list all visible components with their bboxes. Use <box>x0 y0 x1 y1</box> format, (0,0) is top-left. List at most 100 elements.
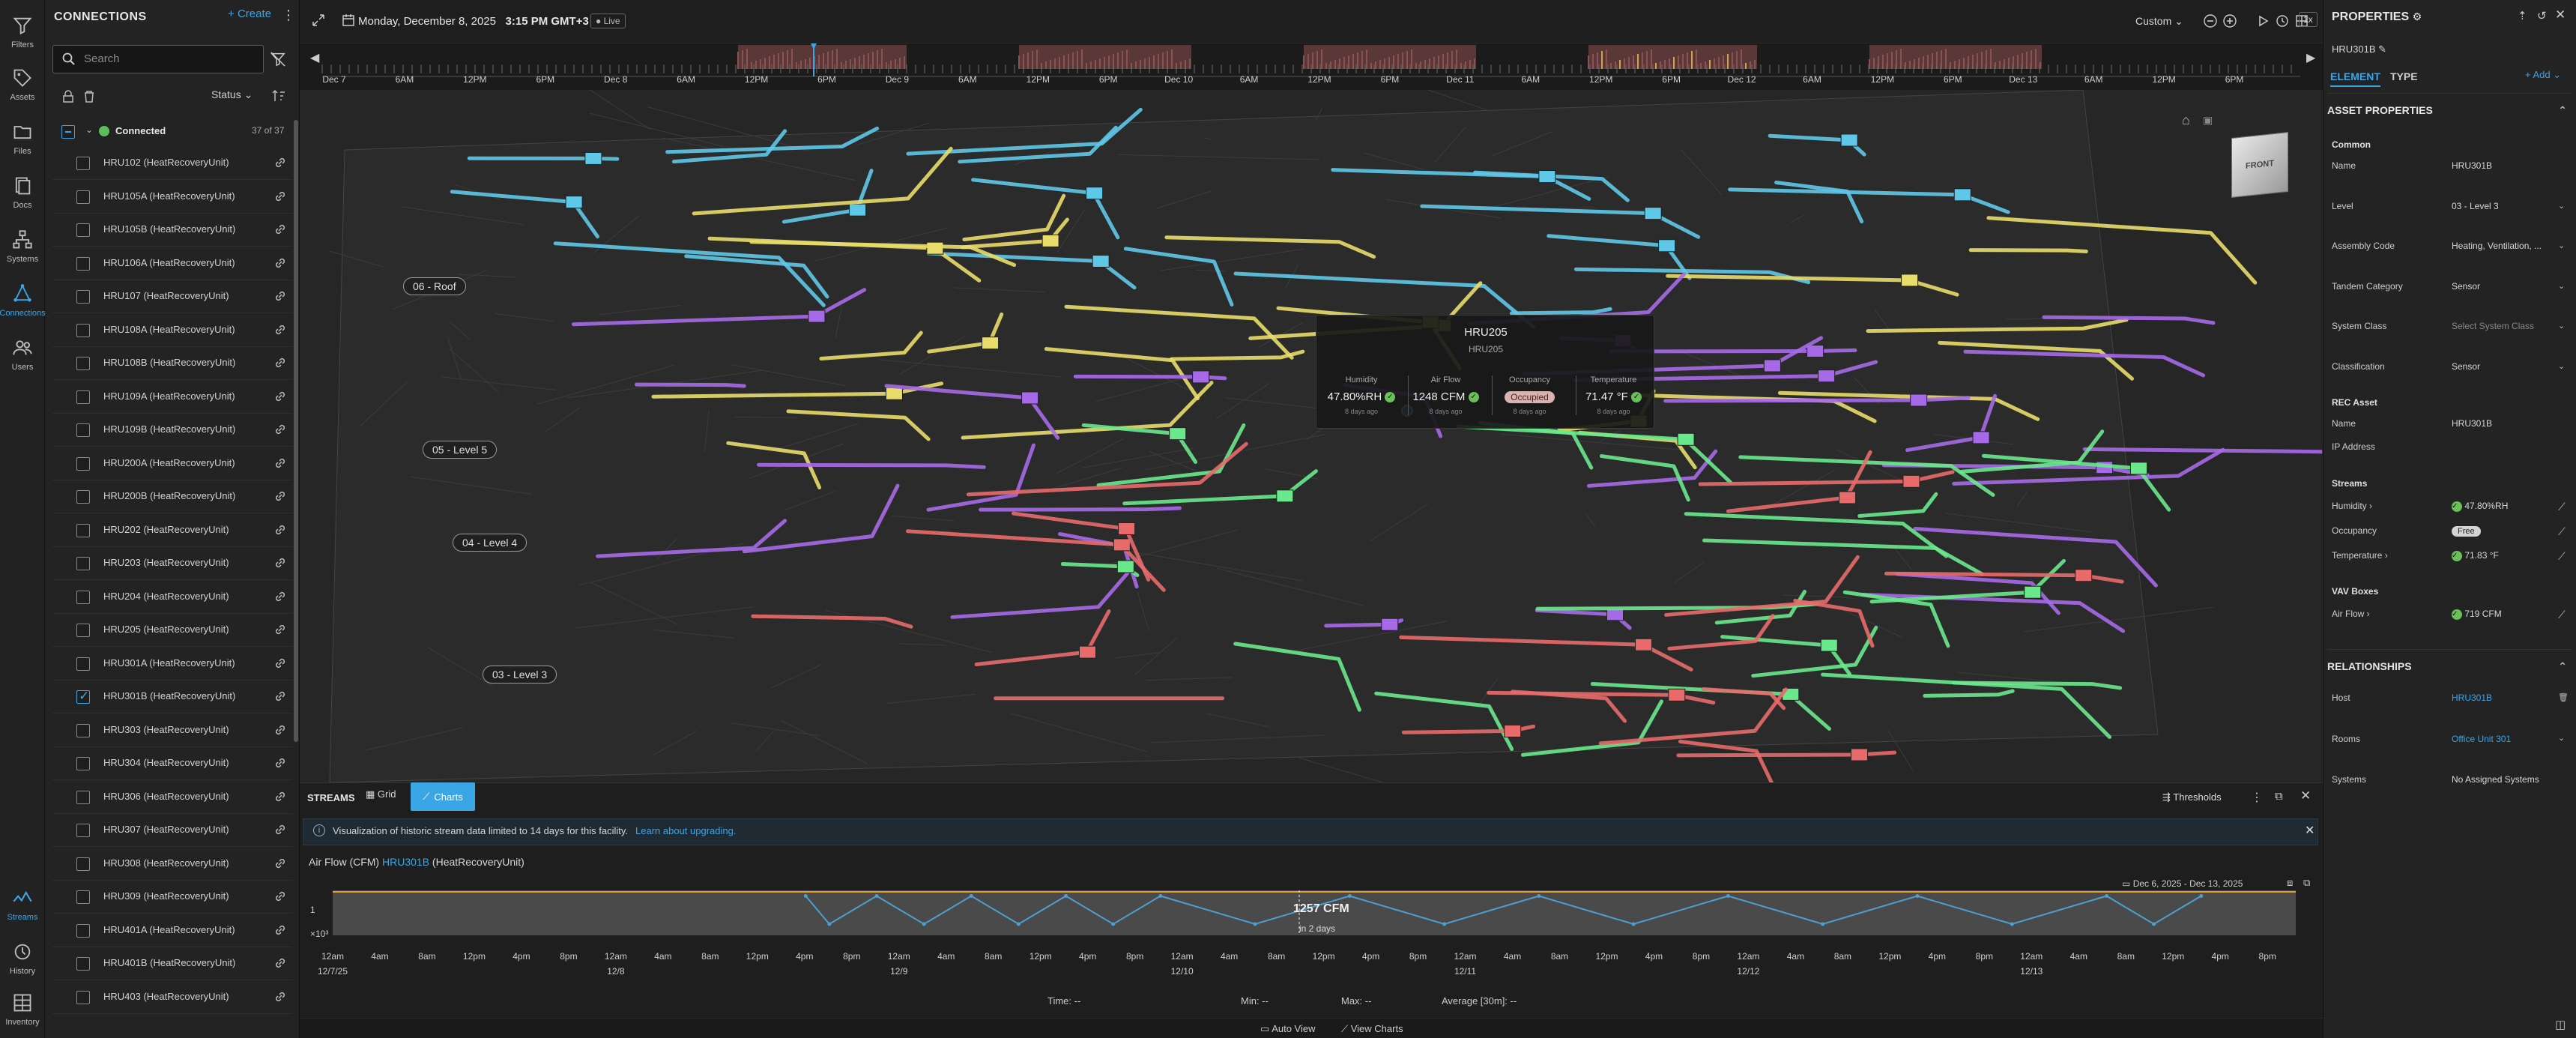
history-icon[interactable]: ↺ <box>2537 9 2547 22</box>
building-systems-model[interactable] <box>300 90 2323 782</box>
connection-row[interactable]: HRU308 (HeatRecoveryUnit) <box>52 848 292 881</box>
chevron-down-icon[interactable]: ⌄ <box>2558 241 2565 250</box>
equipment-unit[interactable] <box>1901 274 1919 287</box>
chevron-down-icon[interactable]: ⌄ <box>85 124 93 135</box>
panel-toggle-icon[interactable]: ◫ <box>2555 1018 2566 1031</box>
equipment-unit[interactable] <box>1763 359 1781 372</box>
airflow-point[interactable] <box>922 922 926 926</box>
row-checkbox[interactable] <box>76 523 90 537</box>
relationship-value[interactable]: No Assigned Systems <box>2452 774 2539 785</box>
equipment-unit[interactable] <box>584 151 602 165</box>
lock-view-icon[interactable]: ▣ <box>2203 114 2213 127</box>
equipment-unit[interactable] <box>1504 724 1522 737</box>
rail-docs[interactable]: Docs <box>0 166 45 219</box>
row-checkbox[interactable] <box>76 857 90 871</box>
row-checkbox[interactable] <box>76 790 90 804</box>
rail-filters[interactable]: Filters <box>0 6 45 58</box>
kebab-menu-icon[interactable]: ⋮ <box>2251 790 2263 805</box>
common-property-value[interactable]: Heating, Ventilation, ... <box>2452 241 2542 251</box>
connection-row[interactable]: HRU109A (HeatRecoveryUnit) <box>52 381 292 414</box>
equipment-unit[interactable] <box>1953 188 1971 202</box>
gear-icon[interactable]: ⚙ <box>2413 10 2422 22</box>
airflow-point[interactable] <box>827 922 832 926</box>
connection-row[interactable]: HRU202 (HeatRecoveryUnit) <box>52 514 292 547</box>
equipment-unit[interactable] <box>1086 187 1104 200</box>
link-icon[interactable] <box>273 990 287 1004</box>
relationship-value[interactable]: Office Unit 301 <box>2452 734 2511 744</box>
edit-icon[interactable]: ✎ <box>2378 43 2386 55</box>
equipment-unit[interactable] <box>1041 234 1059 247</box>
airflow-point[interactable] <box>1347 894 1352 898</box>
link-icon[interactable] <box>273 489 287 503</box>
link-icon[interactable] <box>273 323 287 337</box>
equipment-unit[interactable] <box>1972 431 1990 444</box>
airflow-point[interactable] <box>1821 922 1825 926</box>
row-checkbox[interactable] <box>76 290 90 304</box>
link-icon[interactable] <box>273 456 287 470</box>
group-checkbox[interactable] <box>61 125 75 139</box>
auto-view-button[interactable]: ▭ Auto View <box>1260 1023 1316 1035</box>
connection-row[interactable]: HRU200B (HeatRecoveryUnit) <box>52 480 292 513</box>
history-replay-icon[interactable] <box>2275 13 2290 28</box>
connected-group-row[interactable]: ⌄ Connected 37 of 37 <box>52 120 292 144</box>
rail-streams[interactable]: Streams <box>0 878 45 931</box>
connection-row[interactable]: HRU108A (HeatRecoveryUnit) <box>52 314 292 347</box>
trend-chart-icon[interactable]: ⟋ <box>2558 609 2566 621</box>
sort-icon[interactable] <box>271 88 286 103</box>
row-checkbox[interactable] <box>76 990 90 1004</box>
equipment-unit[interactable] <box>849 203 867 217</box>
link-icon[interactable] <box>61 90 75 103</box>
equipment-unit[interactable] <box>1910 393 1928 407</box>
row-checkbox[interactable] <box>76 223 90 237</box>
level-label-5[interactable]: 05 - Level 5 <box>423 441 498 459</box>
link-icon[interactable] <box>273 423 287 436</box>
link-icon[interactable] <box>273 256 287 270</box>
rail-assets[interactable]: Assets <box>0 58 45 111</box>
link-icon[interactable] <box>273 790 287 803</box>
relationships-section[interactable]: RELATIONSHIPS ⌃ <box>2327 649 2572 672</box>
timeline-ruler[interactable]: Dec 7 6AM 12PM 6PM Dec 8 6AM 12PM 6PM Dec 9 6AM 12… <box>307 42 2323 90</box>
connection-row[interactable]: HRU401B (HeatRecoveryUnit) <box>52 947 292 980</box>
equipment-unit[interactable] <box>1839 491 1857 504</box>
link-icon[interactable] <box>273 356 287 369</box>
playback-speed[interactable]: 1x <box>2299 12 2318 27</box>
equipment-unit[interactable] <box>1169 427 1187 441</box>
duct-segment[interactable] <box>1678 739 1774 782</box>
equipment-unit[interactable] <box>1276 489 1294 503</box>
rail-files[interactable]: Files <box>0 112 45 165</box>
rail-systems[interactable]: Systems <box>0 220 45 273</box>
timeline-next-icon[interactable]: ▶ <box>2306 52 2316 64</box>
add-property-button[interactable]: + Add ⌄ <box>2525 69 2561 81</box>
connection-row[interactable]: HRU105A (HeatRecoveryUnit) <box>52 181 292 214</box>
link-icon[interactable] <box>273 223 287 236</box>
row-checkbox[interactable] <box>76 723 90 737</box>
collapse-icon[interactable] <box>312 13 325 27</box>
rail-users[interactable]: Users <box>0 328 45 381</box>
equipment-unit[interactable] <box>1118 522 1136 535</box>
connection-row[interactable]: HRU109B (HeatRecoveryUnit) <box>52 414 292 447</box>
equipment-unit[interactable] <box>1538 170 1556 184</box>
asset-properties-section[interactable]: ASSET PROPERTIES ⌃ <box>2327 93 2572 116</box>
tab-element[interactable]: ELEMENT <box>2330 70 2380 87</box>
equipment-unit[interactable] <box>1850 748 1868 761</box>
row-checkbox[interactable] <box>76 624 90 637</box>
row-checkbox[interactable] <box>76 824 90 837</box>
row-checkbox[interactable] <box>76 689 90 704</box>
equipment-unit[interactable] <box>1677 432 1695 446</box>
connection-row[interactable]: HRU204 (HeatRecoveryUnit) <box>52 581 292 614</box>
connection-row[interactable]: HRU403 (HeatRecoveryUnit) <box>52 981 292 1014</box>
timeline-prev-icon[interactable]: ◀ <box>310 52 320 64</box>
row-checkbox[interactable] <box>76 557 90 570</box>
stream-property-key[interactable]: Occupancy <box>2332 525 2377 536</box>
connection-row[interactable]: HRU102 (HeatRecoveryUnit) <box>52 147 292 180</box>
equipment-unit[interactable] <box>1092 255 1110 268</box>
row-checkbox[interactable] <box>76 590 90 604</box>
airflow-point[interactable] <box>2152 922 2156 926</box>
row-checkbox[interactable] <box>76 357 90 370</box>
connection-row[interactable]: HRU307 (HeatRecoveryUnit) <box>52 814 292 847</box>
duct-segment[interactable] <box>1968 248 2088 253</box>
equipment-unit[interactable] <box>1806 345 1824 358</box>
undock-icon[interactable]: ⧉ <box>2275 790 2283 803</box>
connection-row[interactable]: HRU106A (HeatRecoveryUnit) <box>52 247 292 280</box>
airflow-point[interactable] <box>1442 922 1447 926</box>
